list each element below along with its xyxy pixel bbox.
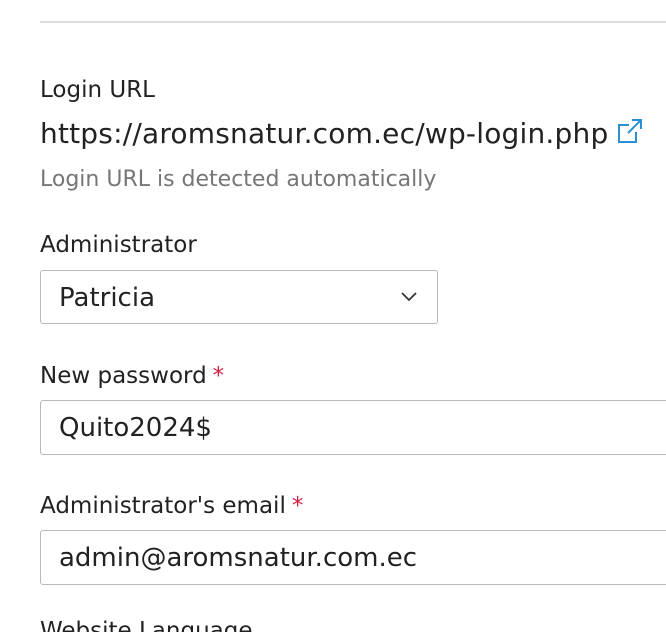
section-divider [40, 21, 666, 23]
login-url-value: https://aromsnatur.com.ec/wp-login.php [40, 117, 609, 150]
admin-email-label: Administrator's email * [40, 492, 303, 520]
admin-email-label-text: Administrator's email [40, 493, 286, 519]
admin-email-value: admin@aromsnatur.com.ec [59, 543, 418, 573]
website-language-label: Website Language [40, 618, 253, 632]
administrator-label: Administrator [40, 232, 197, 258]
required-asterisk: * [212, 363, 225, 389]
login-url-row: https://aromsnatur.com.ec/wp-login.php [40, 116, 644, 152]
admin-email-input[interactable]: admin@aromsnatur.com.ec [40, 530, 666, 585]
new-password-label-text: New password [40, 363, 207, 389]
external-link-icon[interactable] [616, 117, 644, 145]
wordpress-settings-form: Login URL https://aromsnatur.com.ec/wp-l… [0, 0, 666, 632]
new-password-value: Quito2024$ [59, 413, 212, 443]
required-asterisk: * [291, 493, 304, 519]
administrator-select[interactable]: Patricia [40, 270, 438, 324]
login-url-label: Login URL [40, 77, 155, 103]
login-url-hint: Login URL is detected automatically [40, 167, 437, 192]
new-password-input[interactable]: Quito2024$ [40, 400, 666, 455]
chevron-down-icon [401, 292, 417, 302]
new-password-label: New password * [40, 362, 224, 390]
administrator-selected-value: Patricia [59, 283, 156, 313]
